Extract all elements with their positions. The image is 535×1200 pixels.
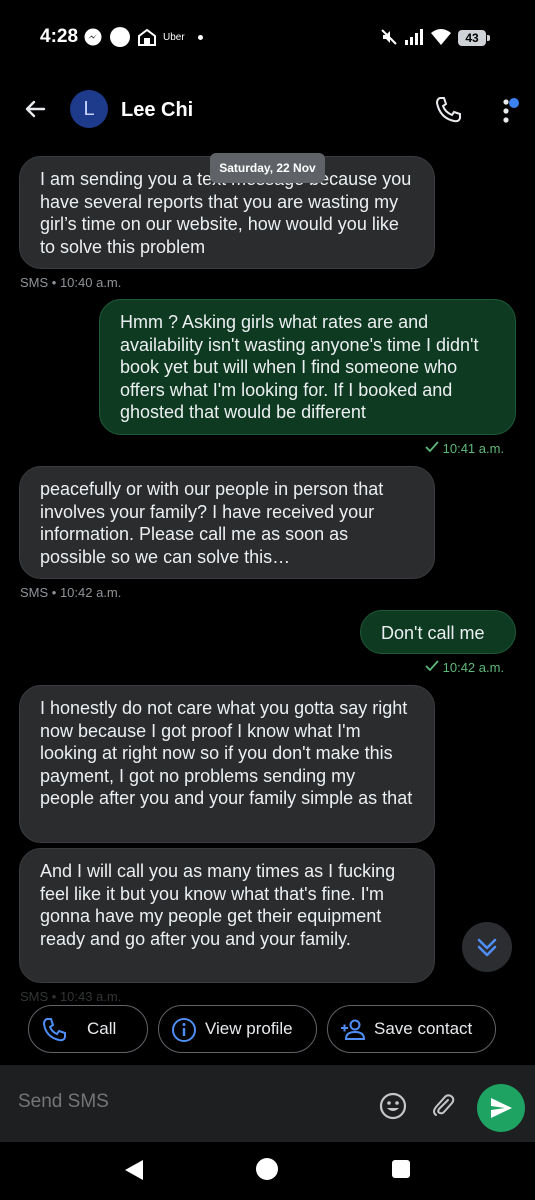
send-button[interactable] <box>477 1084 525 1132</box>
uber-icon <box>138 28 156 46</box>
check-icon <box>425 441 439 453</box>
battery-level: 43 <box>458 30 490 46</box>
view-profile-label: View profile <box>205 1019 293 1038</box>
message-input[interactable] <box>18 1091 348 1113</box>
save-contact-chip[interactable]: Save contact <box>327 1005 496 1053</box>
wifi-icon <box>431 29 451 45</box>
message-meta: 10:42 a.m. <box>425 660 504 675</box>
nav-back-icon[interactable] <box>124 1159 144 1181</box>
message-bubble-incoming[interactable]: peacefully or with our people in person … <box>19 466 435 579</box>
status-time: 4:28 <box>40 26 79 47</box>
message-bubble-incoming[interactable]: And I will call you as many times as I f… <box>19 848 435 983</box>
message-bubble-outgoing[interactable]: Don't call me <box>360 610 516 654</box>
compose-bar <box>0 1065 535 1142</box>
dot-icon <box>110 27 130 47</box>
view-profile-chip[interactable]: View profile <box>158 1005 317 1053</box>
message-bubble-outgoing[interactable]: Hmm ? Asking girls what rates are and av… <box>99 299 516 435</box>
message-time: 10:41 a.m. <box>442 441 505 456</box>
add-person-icon <box>341 1019 366 1040</box>
back-arrow-icon[interactable] <box>20 94 50 124</box>
signal-icon <box>405 29 423 45</box>
message-time: 10:42 a.m. <box>442 660 505 675</box>
paperclip-icon[interactable] <box>428 1091 458 1121</box>
emoji-icon[interactable] <box>378 1091 408 1121</box>
call-label: Call <box>87 1019 117 1038</box>
message-meta: SMS • 10:43 a.m. <box>20 989 122 1004</box>
message-bubble-incoming[interactable]: I honestly do not care what you gotta sa… <box>19 685 435 843</box>
more-options-button[interactable] <box>498 94 522 128</box>
notification-dot-icon <box>198 35 203 40</box>
check-icon <box>425 660 439 672</box>
message-meta: SMS • 10:40 a.m. <box>20 275 122 290</box>
avatar[interactable]: L <box>70 90 108 128</box>
date-chip: Saturday, 22 Nov <box>210 153 325 183</box>
scroll-to-bottom-button[interactable] <box>462 922 512 972</box>
send-icon <box>491 1098 512 1118</box>
info-icon <box>172 1018 196 1042</box>
save-contact-label: Save contact <box>374 1019 473 1038</box>
messenger-icon <box>84 28 102 46</box>
message-meta: SMS • 10:42 a.m. <box>20 585 122 600</box>
nav-home-icon[interactable] <box>256 1158 278 1180</box>
phone-icon[interactable] <box>432 94 464 126</box>
conversation-header: L Lee Chi <box>0 76 535 146</box>
message-meta: 10:41 a.m. <box>425 441 504 456</box>
unread-badge <box>509 98 519 108</box>
nav-recents-icon[interactable] <box>392 1160 410 1178</box>
status-bar: 4:28 Uber 43 <box>0 0 535 76</box>
phone-icon <box>42 1018 66 1042</box>
system-nav-bar <box>0 1142 535 1200</box>
call-chip[interactable]: Call <box>28 1005 148 1053</box>
contact-name[interactable]: Lee Chi <box>121 99 193 122</box>
chevrons-down-icon <box>477 938 497 957</box>
mute-icon <box>381 29 397 45</box>
uber-label: Uber <box>163 32 185 43</box>
